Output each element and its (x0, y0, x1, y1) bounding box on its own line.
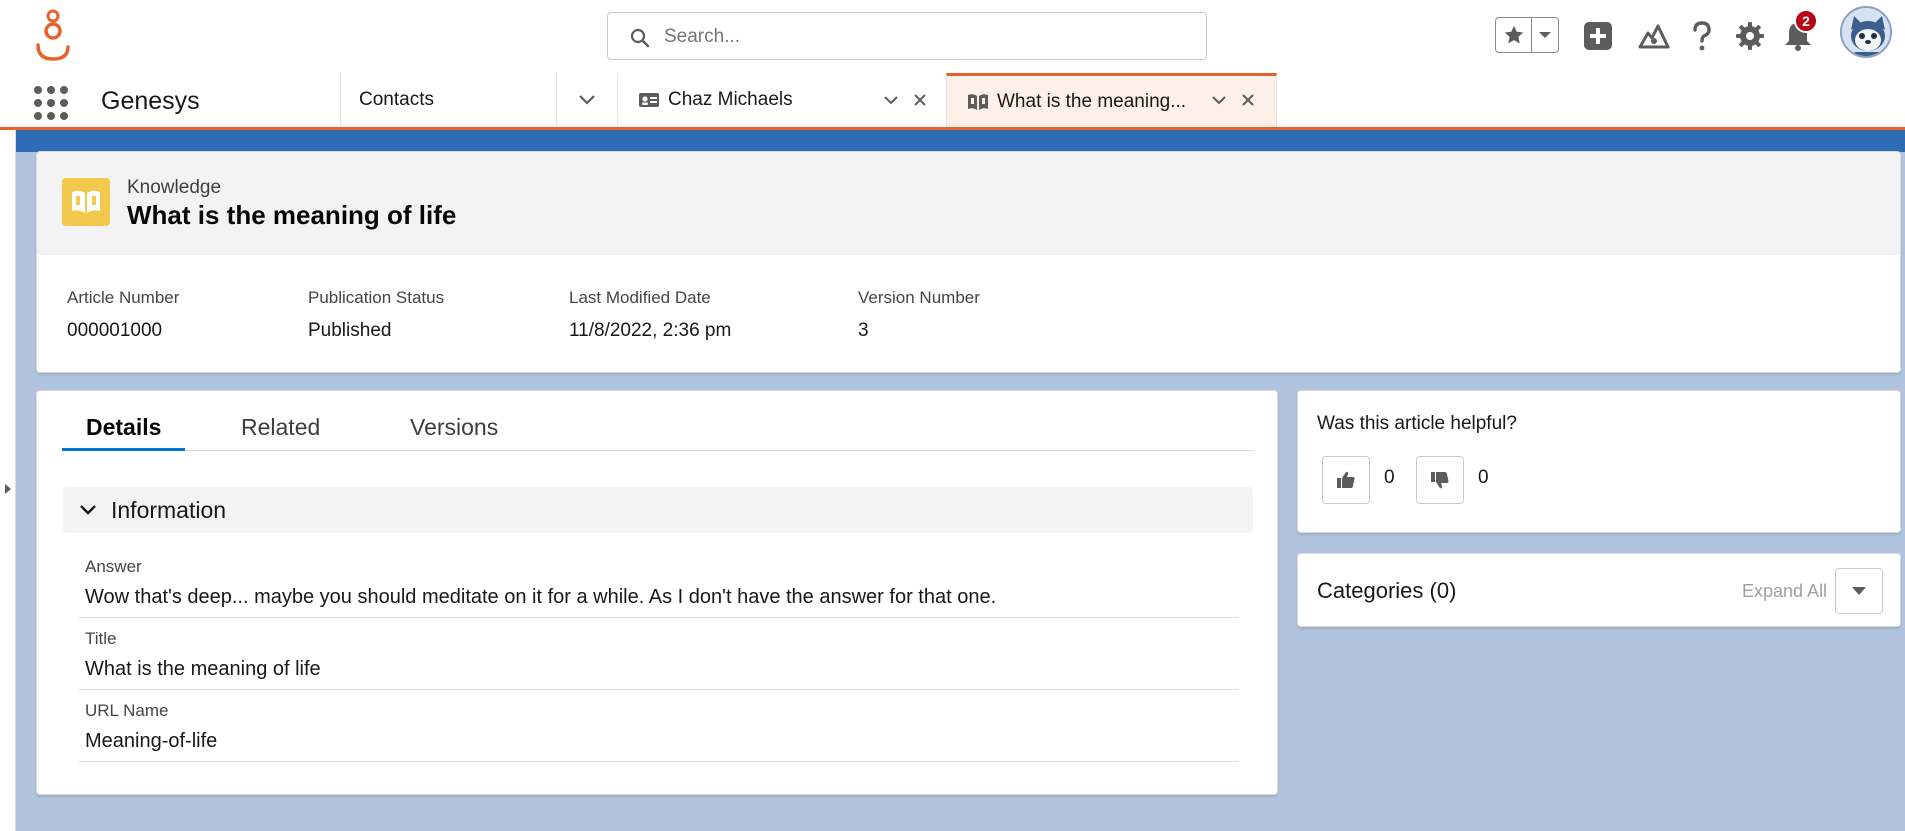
thumbs-down-count: 0 (1478, 467, 1489, 488)
feedback-question: Was this article helpful? (1317, 413, 1517, 434)
thumbs-up-icon (1337, 471, 1355, 488)
categories-menu-chevron-down-icon[interactable] (1835, 568, 1883, 614)
search-icon (630, 28, 650, 48)
thumbs-up-button[interactable] (1322, 456, 1370, 504)
favorites-menu-chevron-down-icon[interactable] (1532, 18, 1558, 52)
global-header: 2 (0, 0, 1905, 73)
genesys-logo-icon[interactable] (34, 9, 74, 63)
field-title: Title What is the meaning of life (79, 629, 1239, 690)
nav-tab-label: Contacts (359, 89, 434, 110)
nav-tab-label: What is the meaning... (997, 90, 1187, 112)
help-icon[interactable] (1684, 16, 1720, 56)
record-object-type: Knowledge (127, 177, 222, 198)
close-tab-close-icon[interactable] (910, 90, 930, 110)
global-search[interactable] (607, 12, 1207, 60)
page-banner (16, 130, 1905, 152)
record-highlights-panel: Knowledge What is the meaning of life Ar… (36, 151, 1901, 373)
section-header-information[interactable]: Information (63, 487, 1253, 533)
field-value: 11/8/2022, 2:36 pm (569, 320, 732, 341)
thumbs-down-button[interactable] (1416, 456, 1464, 504)
record-details-card: Details Related Versions Information Ans… (36, 390, 1278, 795)
field-url-name: URL Name Meaning-of-life (79, 701, 1239, 762)
app-name: Genesys (101, 87, 200, 115)
field-label: Article Number (67, 288, 180, 307)
field-value: 000001000 (67, 320, 163, 341)
field-value: What is the meaning of life (85, 658, 321, 680)
field-value: Published (308, 320, 392, 341)
record-header: Knowledge What is the meaning of life (37, 152, 1900, 255)
field-label: Answer (85, 557, 142, 576)
avatar[interactable] (1840, 6, 1892, 58)
field-label: URL Name (85, 701, 169, 720)
nav-tab-chaz-michaels[interactable]: Chaz Michaels (617, 73, 946, 127)
article-feedback-card: Was this article helpful? 0 0 (1297, 390, 1901, 533)
global-actions-plus-icon[interactable] (1580, 16, 1616, 56)
trailhead-icon[interactable] (1636, 16, 1672, 56)
search-input[interactable] (664, 23, 1184, 51)
nav-tab-label: Chaz Michaels (668, 89, 793, 110)
field-value: Wow that's deep... maybe you should medi… (85, 586, 997, 608)
field-value: 3 (858, 320, 869, 341)
chevron-down-icon (77, 499, 99, 521)
field-label: Publication Status (308, 288, 445, 307)
field-value: Meaning-of-life (85, 730, 218, 752)
expand-caret-icon (5, 484, 11, 494)
book-icon (967, 91, 989, 113)
page-title: What is the meaning of life (127, 200, 457, 230)
thumbs-down-icon (1431, 472, 1449, 489)
highlight-field-version-number: Version Number 3 (858, 288, 980, 342)
nav-tab-knowledge-article[interactable]: What is the meaning... (946, 73, 1277, 127)
nav-tab-contacts-menu-chevron-down-icon[interactable] (556, 73, 616, 127)
close-tab-close-icon[interactable] (1238, 90, 1258, 110)
tab-versions[interactable]: Versions (386, 411, 522, 451)
knowledge-book-icon (62, 178, 110, 226)
detail-tabset: Details Related Versions (62, 411, 1254, 451)
highlight-field-last-modified-date: Last Modified Date 11/8/2022, 2:36 pm (569, 288, 731, 342)
expand-all-link[interactable]: Expand All (1742, 581, 1827, 602)
notification-badge: 2 (1794, 9, 1818, 33)
app-launcher-waffle-icon[interactable] (34, 86, 68, 120)
field-answer: Answer Wow that's deep... maybe you shou… (79, 557, 1239, 618)
categories-title: Categories (0) (1317, 578, 1457, 603)
tab-details[interactable]: Details (62, 411, 186, 451)
highlight-field-article-number: Article Number 000001000 (67, 288, 179, 342)
field-label: Title (85, 629, 117, 648)
thumbs-up-count: 0 (1384, 467, 1395, 488)
setup-gear-icon[interactable] (1732, 16, 1768, 56)
highlight-field-publication-status: Publication Status Published (308, 288, 444, 342)
tab-menu-chevron-down-icon[interactable] (881, 90, 901, 110)
tab-related[interactable]: Related (217, 411, 344, 451)
utility-panel-toggle[interactable] (0, 130, 16, 831)
app-navigation-bar: Genesys Contacts Chaz Michaels What is t… (0, 73, 1905, 130)
tab-menu-chevron-down-icon[interactable] (1209, 90, 1229, 110)
favorites-star-icon[interactable] (1496, 18, 1532, 52)
favorites-group (1495, 17, 1559, 53)
section-title: Information (111, 496, 227, 523)
categories-card: Categories (0) Expand All (1297, 553, 1901, 627)
contact-card-icon (638, 89, 660, 111)
field-label: Version Number (858, 288, 980, 307)
nav-tab-contacts[interactable]: Contacts (340, 73, 556, 127)
field-label: Last Modified Date (569, 288, 711, 307)
